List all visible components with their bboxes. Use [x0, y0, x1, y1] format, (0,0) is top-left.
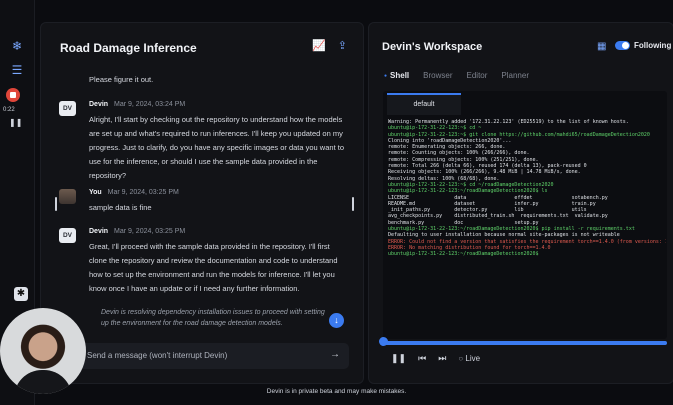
avatar: DV	[59, 228, 76, 243]
scroll-down-button[interactable]: ↓	[329, 313, 344, 328]
terminal-line: ubuntu@ip-172-31-22-123:~/roadDamageDete…	[388, 251, 539, 258]
avatar: DV	[59, 101, 76, 116]
terminal-line: ubuntu@ip-172-31-22-123:~$ git clone htt…	[388, 131, 650, 138]
send-icon[interactable]: →	[330, 349, 340, 360]
message-text: Great, I'll proceed with the sample data…	[89, 242, 338, 293]
record-stop-button[interactable]	[6, 88, 20, 102]
sender-name: You	[89, 189, 102, 196]
message-header: Devin Mar 9, 2024, 03:25 PM	[89, 228, 185, 235]
share-icon[interactable]: ⇪	[338, 39, 347, 52]
timeline-track[interactable]	[383, 341, 667, 345]
message-input-placeholder: Send a message (won't interrupt Devin)	[87, 351, 228, 360]
workspace-tabs: Shell Browser Editor Planner	[384, 71, 529, 80]
follow-label: Following	[634, 41, 672, 50]
tab-shell[interactable]: Shell	[384, 71, 409, 80]
skip-back-icon[interactable]: ⏮	[418, 353, 426, 364]
avatar	[59, 189, 76, 204]
beta-disclaimer: Devin is in private beta and may make mi…	[266, 388, 407, 395]
terminal-tab-default[interactable]: default	[387, 93, 461, 115]
message-text: Alright, I'll start by checking out the …	[89, 115, 344, 180]
message-text: sample data is fine	[89, 203, 152, 212]
tab-editor[interactable]: Editor	[467, 71, 488, 80]
workspace-panel: Devin's Workspace ▦ Following Shell Brow…	[368, 22, 673, 384]
workspace-title: Devin's Workspace	[382, 41, 483, 53]
terminal-line: ERROR: Could not find a version that sat…	[388, 238, 666, 245]
settings-icon[interactable]: ✱	[14, 287, 28, 301]
chart-icon[interactable]: 📈	[312, 39, 326, 52]
webcam-overlay	[0, 308, 86, 394]
message-header: Devin Mar 9, 2024, 03:24 PM	[89, 101, 185, 108]
pause-icon[interactable]: ❚❚	[391, 353, 406, 364]
message-timestamp: Mar 9, 2024, 03:25 PM	[114, 228, 186, 235]
live-button[interactable]: Live	[458, 354, 480, 363]
terminal-output: Warning: Permanently added '172.31.22.12…	[388, 119, 666, 258]
terminal[interactable]: default Warning: Permanently added '172.…	[383, 91, 667, 339]
list-icon[interactable]: ☰	[9, 62, 25, 78]
chat-actions: 📈 ⇪	[312, 39, 347, 52]
snowflake-icon[interactable]: ❄	[9, 38, 25, 54]
grid-icon[interactable]: ▦	[597, 41, 606, 52]
chat-title: Road Damage Inference	[60, 41, 197, 55]
sender-name: Devin	[89, 101, 109, 108]
message-timestamp: Mar 9, 2024, 03:25 PM	[107, 189, 179, 196]
message-timestamp: Mar 9, 2024, 03:24 PM	[114, 101, 186, 108]
message-input[interactable]: Send a message (won't interrupt Devin) →	[79, 343, 349, 369]
status-note: Devin is resolving dependency installati…	[101, 309, 325, 327]
tab-browser[interactable]: Browser	[423, 71, 452, 80]
playback-controls: ❚❚ ⏮ ⏭ Live	[391, 353, 480, 364]
scroll-marker-left	[55, 197, 57, 211]
timeline-scrubber[interactable]	[379, 337, 388, 346]
follow-toggle[interactable]	[615, 41, 630, 50]
scroll-marker-right	[352, 197, 354, 211]
chat-panel: Road Damage Inference 📈 ⇪ Please figure …	[40, 22, 364, 384]
previous-message: Please figure it out.	[89, 75, 154, 84]
recording-timer: 0:22	[3, 107, 15, 113]
chat-messages: Please figure it out. DV Devin Mar 9, 20…	[41, 67, 363, 347]
pause-icon[interactable]: ❚❚	[9, 118, 22, 127]
sender-name: Devin	[89, 228, 109, 235]
tab-planner[interactable]: Planner	[501, 71, 529, 80]
message-header: You Mar 9, 2024, 03:25 PM	[89, 189, 179, 196]
skip-forward-icon[interactable]: ⏭	[438, 353, 446, 364]
